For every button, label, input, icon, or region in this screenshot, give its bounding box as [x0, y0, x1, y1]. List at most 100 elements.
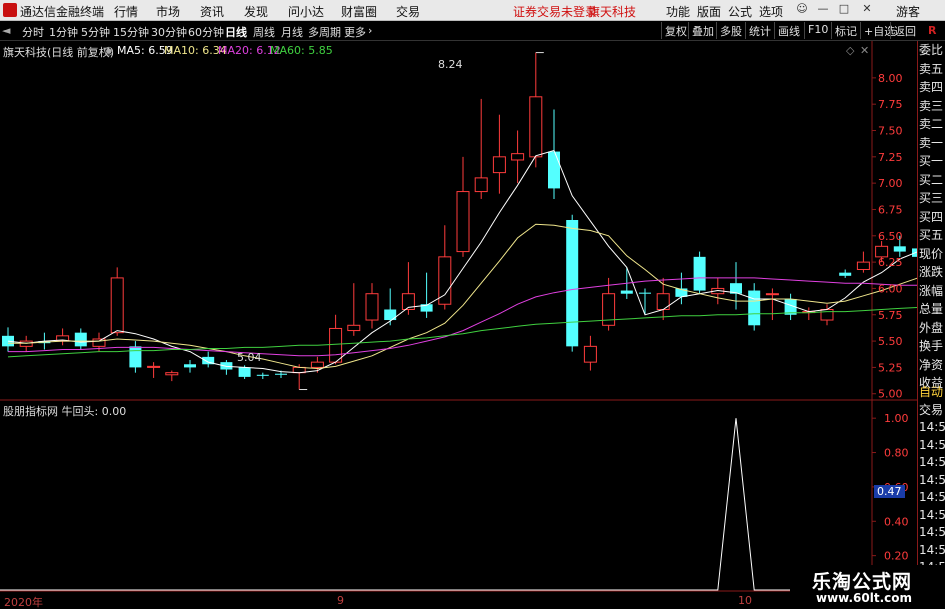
- candle-body[interactable]: [529, 96, 543, 158]
- chart-config-icon[interactable]: ◇: [846, 44, 854, 57]
- menu-news[interactable]: 资讯: [200, 3, 224, 20]
- candle-body[interactable]: [748, 290, 761, 326]
- side-label: 买五: [919, 228, 944, 242]
- app-logo-icon: [3, 3, 17, 17]
- candle-body[interactable]: [693, 256, 706, 291]
- chart-close-icon[interactable]: ✕: [860, 44, 869, 57]
- candle-body[interactable]: [310, 361, 324, 368]
- user-label[interactable]: 游客: [896, 3, 920, 20]
- tab-5min[interactable]: 5分钟: [81, 24, 110, 40]
- chart-settings-icon[interactable]: ◉: [104, 44, 114, 57]
- candle-body[interactable]: [765, 293, 779, 296]
- menu-discover[interactable]: 发现: [244, 3, 268, 20]
- maximize-icon[interactable]: □: [838, 2, 850, 16]
- tab-60min[interactable]: 60分钟: [188, 24, 224, 40]
- candle-body[interactable]: [238, 367, 251, 377]
- multi-stock-button[interactable]: 多股: [716, 22, 745, 39]
- adjust-button[interactable]: 复权: [661, 22, 690, 39]
- minimize-icon[interactable]: —: [817, 2, 829, 16]
- side-trade-label[interactable]: 交易: [919, 403, 943, 417]
- overlay-button[interactable]: 叠加: [688, 22, 717, 39]
- side-label: 委比: [919, 43, 944, 57]
- candle-body[interactable]: [365, 293, 379, 321]
- collapse-icon[interactable]: ◄: [2, 24, 10, 37]
- candle-body[interactable]: [511, 153, 525, 161]
- tab-15min[interactable]: 15分钟: [113, 24, 149, 40]
- sub-y-tick-label: 0.80: [884, 447, 909, 460]
- candle-body[interactable]: [456, 191, 470, 253]
- candle-body[interactable]: [74, 332, 87, 347]
- y-tick-label: 7.75: [878, 98, 903, 111]
- tab-more[interactable]: 更多: [344, 24, 366, 40]
- tab-monthly[interactable]: 月线: [281, 24, 303, 40]
- side-label: 现价: [919, 246, 944, 261]
- draw-line-button[interactable]: 画线: [774, 22, 803, 39]
- statistics-button[interactable]: 统计: [745, 22, 774, 39]
- candle-body[interactable]: [620, 290, 633, 294]
- candle-body[interactable]: [147, 365, 161, 368]
- tick-time: 14:56: [919, 420, 945, 434]
- candle-body[interactable]: [839, 272, 852, 276]
- candle-body[interactable]: [893, 246, 906, 252]
- candle-body[interactable]: [275, 373, 287, 375]
- y-tick-label: 7.50: [878, 125, 903, 138]
- candle-body[interactable]: [256, 374, 269, 376]
- candle-body[interactable]: [347, 324, 361, 332]
- tab-weekly[interactable]: 周线: [253, 24, 275, 40]
- candle-body[interactable]: [129, 346, 142, 368]
- menu-layout[interactable]: 版面: [697, 3, 721, 20]
- side-label: 买四: [919, 209, 944, 224]
- login-notice[interactable]: 证券交易未登录: [513, 3, 597, 20]
- back-button[interactable]: 返回: [890, 22, 919, 39]
- more-chevron-icon[interactable]: ›: [368, 24, 372, 37]
- app-title: 通达信金融终端: [20, 5, 105, 19]
- candle-body[interactable]: [19, 340, 33, 347]
- f10-button[interactable]: F10: [804, 22, 831, 39]
- close-icon[interactable]: ✕: [861, 2, 873, 16]
- candle-body[interactable]: [566, 220, 579, 347]
- candle-body[interactable]: [110, 277, 124, 334]
- tab-intraday[interactable]: 分时: [22, 24, 44, 40]
- tab-1min[interactable]: 1分钟: [49, 24, 78, 40]
- y-tick-label: 5.50: [878, 335, 903, 348]
- candle-body[interactable]: [92, 338, 106, 347]
- tab-30min[interactable]: 30分钟: [151, 24, 187, 40]
- tab-daily[interactable]: 日线: [225, 24, 247, 40]
- candle-body[interactable]: [474, 177, 488, 193]
- tab-multi-period[interactable]: 多周期: [308, 24, 341, 40]
- candle-body[interactable]: [583, 345, 597, 363]
- indicator-line: [0, 418, 872, 591]
- menu-trade[interactable]: 交易: [396, 3, 420, 20]
- menu-wealth[interactable]: 财富圈: [341, 3, 377, 20]
- candle-body[interactable]: [820, 309, 834, 321]
- side-label: 换手: [919, 339, 944, 353]
- candle-body[interactable]: [165, 372, 179, 376]
- menu-function[interactable]: 功能: [666, 3, 690, 20]
- tick-time: 14:56: [919, 455, 945, 469]
- candle-body[interactable]: [329, 327, 343, 363]
- watermark-title: 乐淘公式网: [812, 571, 913, 593]
- candle-body[interactable]: [856, 261, 870, 270]
- menu-options[interactable]: 选项: [759, 3, 783, 20]
- menu-formula[interactable]: 公式: [728, 3, 752, 20]
- chart-title: 旗天科技(日线 前复权): [3, 46, 115, 59]
- candle-body[interactable]: [492, 156, 506, 174]
- side-trade-label[interactable]: 自动: [919, 385, 943, 399]
- side-label: 卖二: [919, 117, 944, 131]
- user-icon[interactable]: ☺: [796, 2, 808, 16]
- mark-button[interactable]: 标记: [831, 22, 860, 39]
- side-label: 总量: [919, 302, 944, 316]
- side-label: 涨跌: [919, 265, 944, 279]
- kline-chart[interactable]: 8.00 7.75 7.50 7.25 7.00 6.75 6.50 6.25 6.00 5.75…: [0, 41, 917, 609]
- chart-canvas[interactable]: 8.00 7.75 7.50 7.25 7.00 6.75 6.50 6.25 6.00 5.75…: [0, 41, 917, 609]
- candle-body[interactable]: [548, 151, 560, 189]
- menu-ask[interactable]: 问小达: [288, 3, 324, 20]
- candle-body[interactable]: [639, 292, 651, 294]
- menu-market[interactable]: 市场: [156, 3, 180, 20]
- side-label: 买二: [919, 172, 944, 187]
- quote-side-panel: 委比 卖五 卖四 卖三 卖二 卖一 买一 买二 买三 买四 买五 现价 涨跌 涨幅 总量 外盘 换手 净资 收益 自…: [917, 41, 945, 609]
- side-label: 卖三: [919, 98, 944, 113]
- tick-time: 14:56: [919, 525, 945, 539]
- menu-quotes[interactable]: 行情: [114, 3, 138, 20]
- candle-body[interactable]: [184, 364, 196, 368]
